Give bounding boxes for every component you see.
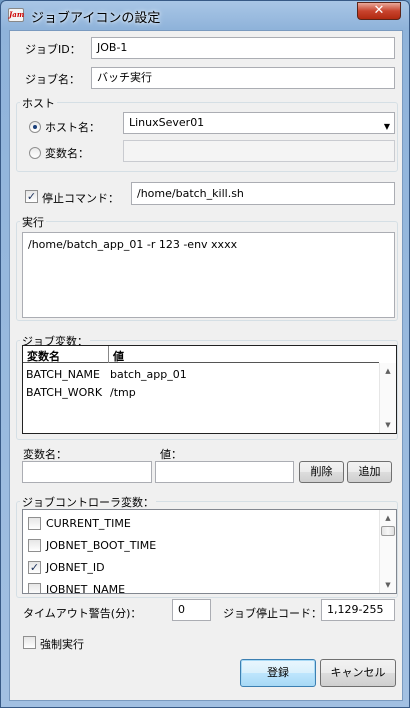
app-logo-icon: Jam — [8, 8, 24, 22]
delete-button[interactable]: 削除 — [299, 461, 344, 483]
stop-command-label: 停止コマンド： — [42, 192, 119, 205]
hostname-radio[interactable] — [29, 121, 41, 133]
list-item[interactable]: CURRENT_TIME — [23, 514, 379, 534]
varname-radio-label: 変数名： — [45, 147, 89, 160]
column-header-name[interactable]: 変数名 — [27, 348, 60, 364]
list-item-checkbox[interactable] — [28, 517, 41, 530]
column-header-value[interactable]: 値 — [113, 348, 124, 364]
add-button[interactable]: 追加 — [347, 461, 392, 483]
controller-vars-list[interactable]: CURRENT_TIME JOBNET_BOOT_TIME ✓ JOBNET_I… — [22, 509, 397, 594]
var-value-label: 値： — [160, 448, 182, 461]
host-group-title: ホスト — [20, 95, 57, 111]
table-cell-value: /tmp — [110, 386, 136, 399]
hostname-select[interactable]: LinuxSever01 ▼ — [123, 112, 395, 134]
table-cell-value: batch_app_01 — [110, 368, 187, 381]
table-header: 変数名 値 — [23, 346, 379, 363]
list-item-checkbox[interactable]: ✓ — [28, 561, 41, 574]
list-item-label: CURRENT_TIME — [46, 517, 131, 530]
list-item-checkbox[interactable] — [28, 539, 41, 552]
table-cell-name: BATCH_NAME — [26, 368, 100, 381]
title-bar[interactable]: Jam ジョブアイコンの設定 ✕ — [1, 1, 409, 29]
controller-vars-scrollbar[interactable]: ▲ ▼ — [379, 510, 396, 593]
var-name-input[interactable] — [22, 461, 152, 483]
stop-command-input[interactable]: /home/batch_kill.sh — [131, 182, 395, 205]
scroll-down-icon[interactable]: ▼ — [380, 577, 396, 593]
force-exec-checkbox[interactable] — [23, 636, 36, 649]
close-button[interactable]: ✕ — [357, 2, 401, 20]
exec-command-textarea[interactable]: /home/batch_app_01 -r 123 -env xxxx — [22, 232, 395, 318]
cancel-button[interactable]: キャンセル — [320, 659, 396, 687]
scrollbar-thumb[interactable] — [381, 526, 395, 536]
force-exec-label: 強制実行 — [40, 638, 84, 651]
list-item-checkbox[interactable] — [28, 583, 41, 593]
chevron-down-icon: ▼ — [383, 122, 390, 131]
scroll-up-icon[interactable]: ▲ — [380, 363, 396, 379]
dialog-body: ジョブID： JOB-1 ジョブ名： バッチ実行 ホスト ホスト名： Linux… — [9, 30, 403, 701]
list-item[interactable]: ✓ JOBNET_ID — [23, 558, 379, 578]
scroll-down-icon[interactable]: ▼ — [380, 417, 396, 433]
hostname-radio-label: ホスト名： — [45, 121, 100, 134]
job-vars-table[interactable]: 変数名 値 BATCH_NAME batch_app_01 BATCH_WORK… — [22, 345, 397, 434]
job-id-label: ジョブID： — [25, 43, 81, 56]
varname-radio[interactable] — [29, 147, 41, 159]
varname-input[interactable] — [123, 140, 395, 162]
var-name-label: 変数名： — [23, 448, 67, 461]
list-item[interactable]: JOBNET_NAME — [23, 580, 379, 594]
job-vars-scrollbar[interactable]: ▲ ▼ — [379, 363, 396, 433]
dialog-window: Jam ジョブアイコンの設定 ✕ ジョブID： JOB-1 ジョブ名： バッチ実… — [0, 0, 410, 708]
timeout-label: タイムアウト警告(分)： — [23, 607, 142, 620]
list-item-label: JOBNET_ID — [46, 561, 105, 574]
controller-vars-group-title: ジョブコントローラ変数： — [20, 494, 156, 510]
exec-group-title: 実行 — [20, 214, 46, 230]
table-row[interactable]: BATCH_NAME batch_app_01 — [23, 367, 379, 385]
table-row[interactable]: BATCH_WORK /tmp — [23, 385, 379, 403]
column-divider[interactable] — [108, 346, 109, 363]
var-value-input[interactable] — [155, 461, 294, 483]
scroll-up-icon[interactable]: ▲ — [380, 510, 396, 526]
table-cell-name: BATCH_WORK — [26, 386, 103, 399]
stop-code-input[interactable]: 1,129-255 — [321, 599, 395, 621]
list-item[interactable]: JOBNET_BOOT_TIME — [23, 536, 379, 556]
register-button[interactable]: 登録 — [240, 659, 316, 687]
window-title: ジョブアイコンの設定 — [31, 11, 161, 26]
timeout-input[interactable]: 0 — [172, 599, 211, 621]
job-name-input[interactable]: バッチ実行 — [91, 67, 395, 89]
job-name-label: ジョブ名： — [25, 73, 80, 86]
stop-command-checkbox[interactable]: ✓ — [25, 190, 38, 203]
job-id-input[interactable]: JOB-1 — [91, 37, 395, 59]
list-item-label: JOBNET_NAME — [46, 583, 126, 594]
list-item-label: JOBNET_BOOT_TIME — [46, 539, 157, 552]
hostname-select-value: LinuxSever01 — [129, 116, 205, 129]
stop-code-label: ジョブ停止コード： — [223, 607, 322, 620]
